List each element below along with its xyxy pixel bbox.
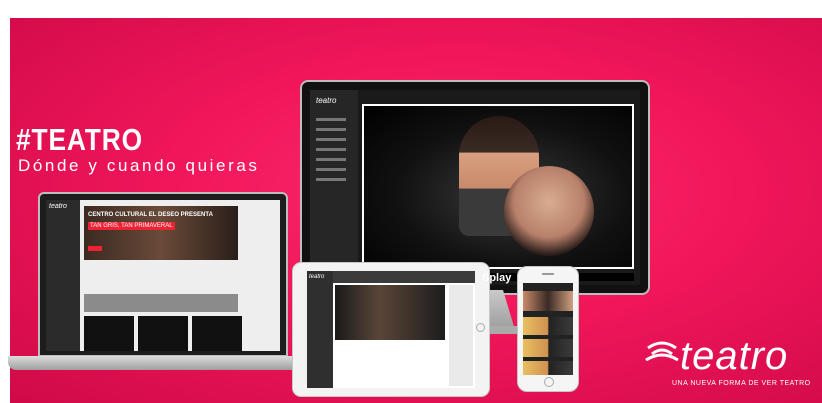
sidebar-menu-item[interactable] bbox=[316, 128, 346, 131]
tagline: Dónde y cuando quieras bbox=[18, 156, 260, 175]
laptop-hero-button[interactable] bbox=[88, 246, 102, 251]
show-thumbnail[interactable] bbox=[192, 316, 242, 351]
headline: #TEATRO bbox=[16, 122, 143, 157]
actor-image bbox=[504, 166, 594, 256]
sidebar-menu-item[interactable] bbox=[316, 118, 346, 121]
splay-logo: Splay bbox=[482, 272, 512, 284]
feature-block bbox=[190, 266, 238, 288]
laptop-hero-title: CENTRO CULTURAL EL DESEO PRESENTA bbox=[88, 212, 213, 218]
laptop-hero-subtitle: TAN GRIS, TAN PRIMAVERAL bbox=[88, 222, 175, 230]
monitor-logo: teatro bbox=[316, 96, 337, 105]
laptop: teatro CENTRO CULTURAL EL DESEO PRESENTA… bbox=[38, 192, 288, 357]
sidebar-menu-item[interactable] bbox=[316, 178, 346, 181]
smartphone bbox=[517, 266, 579, 392]
sidebar-menu-item[interactable] bbox=[316, 168, 346, 171]
phone-home-button bbox=[544, 377, 554, 387]
brand-slogan: UNA NUEVA FORMA DE VER TEATRO bbox=[672, 380, 811, 387]
sidebar-menu-item[interactable] bbox=[316, 138, 346, 141]
phone-content-row[interactable] bbox=[523, 361, 573, 375]
phone-content-row[interactable] bbox=[523, 339, 573, 357]
monitor-screen: teatro bbox=[310, 90, 640, 285]
tablet-home-button bbox=[476, 323, 485, 332]
feature-block bbox=[138, 266, 186, 288]
monitor-sidebar: teatro bbox=[310, 90, 358, 285]
brand-name: teatro bbox=[680, 334, 789, 378]
phone-screen bbox=[523, 283, 573, 375]
sidebar-menu-item[interactable] bbox=[316, 158, 346, 161]
tablet-logo: teatro bbox=[309, 274, 325, 280]
laptop-sidebar: teatro bbox=[46, 200, 80, 351]
show-thumbnail[interactable] bbox=[138, 316, 188, 351]
phone-content-row[interactable] bbox=[523, 317, 573, 335]
teatro-waves-icon bbox=[645, 341, 679, 362]
feature-block bbox=[86, 266, 134, 288]
tablet-hero-image bbox=[335, 285, 445, 340]
show-thumbnail[interactable] bbox=[84, 316, 134, 351]
sidebar-menu-item[interactable] bbox=[316, 148, 346, 151]
tablet: teatro bbox=[292, 262, 490, 397]
tablet-topbar bbox=[333, 271, 475, 283]
tablet-screen: teatro bbox=[307, 271, 475, 388]
phone-speaker bbox=[542, 273, 554, 275]
tablet-sidebar: teatro bbox=[307, 271, 333, 388]
video-player[interactable] bbox=[362, 104, 634, 269]
laptop-logo: teatro bbox=[49, 203, 67, 210]
laptop-base bbox=[8, 356, 310, 370]
subscribe-strip bbox=[84, 294, 238, 312]
laptop-screen: teatro CENTRO CULTURAL EL DESEO PRESENTA… bbox=[46, 200, 280, 351]
phone-hero-image bbox=[523, 291, 573, 311]
tablet-info-panel bbox=[449, 285, 473, 386]
